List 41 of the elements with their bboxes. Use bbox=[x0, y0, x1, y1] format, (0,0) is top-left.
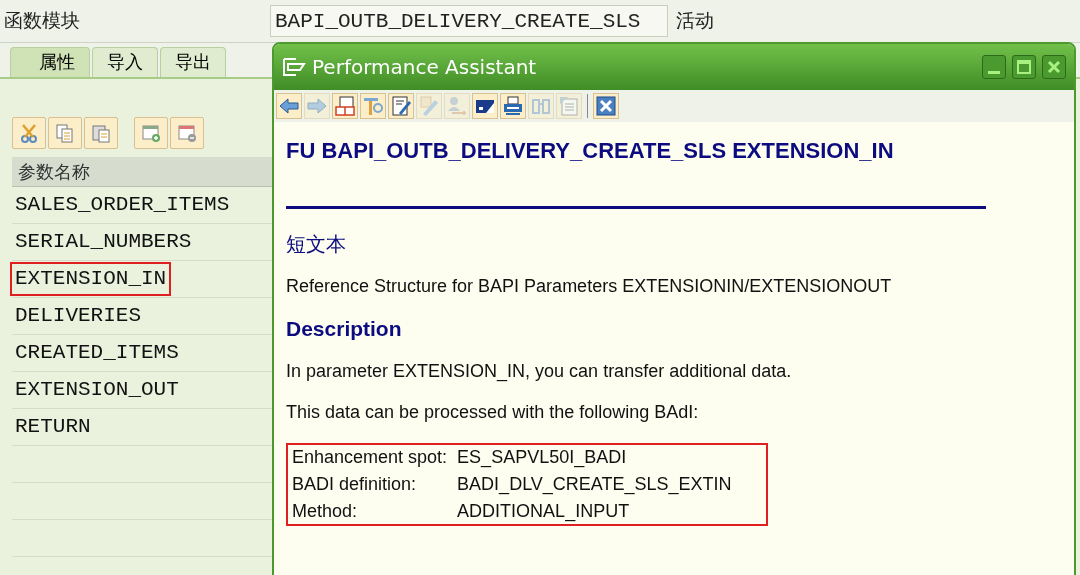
field-label: 函数模块 bbox=[3, 8, 81, 33]
folder-icon[interactable] bbox=[472, 93, 498, 119]
section-title: 短文本 bbox=[286, 231, 347, 258]
window-icon bbox=[282, 57, 306, 77]
copy-icon[interactable] bbox=[48, 117, 82, 149]
delete-row-icon[interactable] bbox=[170, 117, 204, 149]
table-cell-text: RETURN bbox=[14, 414, 92, 440]
short-text: Reference Structure for BAPI Parameters EXTENSIONIN/EXTENSIONOUT bbox=[286, 276, 893, 297]
printer-icon[interactable] bbox=[500, 93, 526, 119]
info-value: BADI_DLV_CREATE_SLS_EXTIN bbox=[457, 474, 732, 495]
scissors-icon[interactable] bbox=[12, 117, 46, 149]
minimize-button[interactable] bbox=[982, 55, 1006, 79]
close-icon[interactable] bbox=[593, 93, 619, 119]
info-value: ADDITIONAL_INPUT bbox=[457, 501, 631, 522]
close-button[interactable] bbox=[1042, 55, 1066, 79]
table-cell-text: CREATED_ITEMS bbox=[14, 340, 180, 366]
table-cell-text: SERIAL_NUMBERS bbox=[14, 229, 193, 255]
paragraph: In parameter EXTENSION_IN, you can transfer additional data. bbox=[286, 361, 793, 382]
table-cell-text: EXTENSION_OUT bbox=[14, 377, 180, 403]
table-cell-text: SALES_ORDER_ITEMS bbox=[14, 192, 231, 218]
minimize-icon bbox=[988, 70, 1000, 74]
info-label: Enhancement spot: bbox=[292, 447, 448, 468]
status-text: 活动 bbox=[676, 8, 714, 33]
info-label: BADI definition: bbox=[292, 474, 418, 495]
info-value: ES_SAPVL50I_BADI bbox=[457, 447, 628, 468]
maximize-button[interactable] bbox=[1012, 55, 1036, 79]
edit-document-icon[interactable] bbox=[388, 93, 414, 119]
info-label: Method: bbox=[292, 501, 359, 522]
tab[interactable]: 导出 bbox=[160, 47, 226, 77]
table-cell: EXTENSION_IN bbox=[10, 262, 172, 296]
tab[interactable]: 属性 bbox=[10, 47, 90, 77]
window-title: Performance Assistant bbox=[312, 55, 538, 79]
add-row-icon[interactable] bbox=[134, 117, 168, 149]
paragraph: This data can be processed with the following BAdI: bbox=[286, 402, 700, 423]
table-cell-text: DELIVERIES bbox=[14, 303, 143, 329]
close-icon bbox=[1046, 59, 1062, 75]
paste-icon[interactable] bbox=[84, 117, 118, 149]
maximize-icon bbox=[1016, 59, 1032, 75]
section-title: Description bbox=[286, 317, 403, 341]
tab[interactable]: 导入 bbox=[92, 47, 158, 77]
function-module-field[interactable]: BAPI_OUTB_DELIVERY_CREATE_SLS bbox=[270, 5, 668, 37]
